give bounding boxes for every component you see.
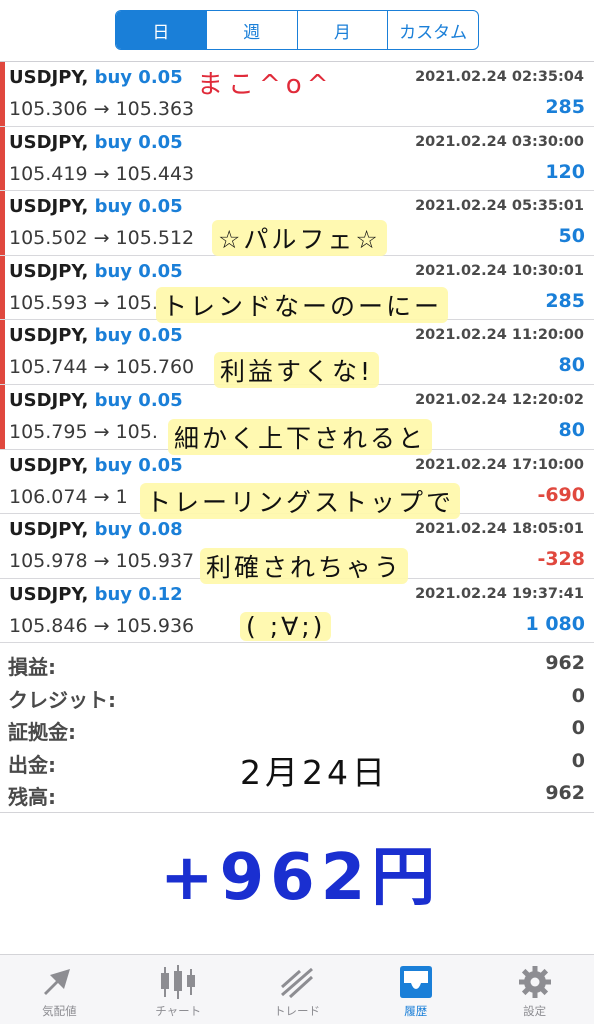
deal-prices: 105.306 → 105.363 [9,98,195,120]
deal-symbol: USDJPY, buy 0.05 [9,196,183,218]
summary-row-profit: 損益: 962 [0,648,594,681]
tab-label: チャート [155,1004,202,1018]
deal-side: buy 0.05 [94,260,183,282]
handwritten-total: +962円 [160,841,442,915]
deal-symbol: USDJPY, buy 0.05 [9,454,183,476]
summary-row-margin: 証拠金: 0 [0,713,594,746]
tab-trade[interactable]: トレード [238,955,357,1024]
handwritten-note-7: ( ;∀;) [240,612,332,641]
deal-profit: -690 [537,483,585,506]
summary-label: 残高: [8,785,56,809]
deal-prices: 105.502 → 105.512 [9,227,195,250]
handwritten-note-5: トレーリングストップで [140,483,461,519]
history-inbox-icon [395,963,437,1001]
tab-label: 気配値 [42,1004,77,1018]
deal-profit: 80 [558,354,585,377]
summary-label: 損益: [8,655,56,679]
deal-profit: -328 [537,548,585,571]
summary-value: 0 [571,717,585,739]
period-segmented-control: 日 週 月 カスタム [115,10,479,50]
deal-side: buy 0.05 [94,454,183,476]
summary-value: 0 [571,684,585,707]
summary-value: 962 [545,652,585,674]
tab-label: 履歴 [404,1004,428,1018]
bottom-tab-bar: 気配値 チャート トレード 履歴 設定 [0,954,594,1024]
deal-row[interactable]: USDJPY, buy 0.05 105.419 → 105.443 2021.… [0,126,594,192]
deal-profit: 120 [545,160,585,183]
deal-time: 2021.02.24 11:20:00 [415,327,584,344]
deal-side: buy 0.08 [94,519,183,541]
summary-label: クレジット: [8,687,116,712]
deal-side: buy 0.05 [94,131,183,153]
quotes-icon [38,963,80,1001]
handwritten-note-3: 利益すくな! [214,352,380,388]
deal-profit: 80 [558,418,585,441]
deal-time: 2021.02.24 17:10:00 [415,456,584,473]
deal-prices: 105.846 → 105.936 [9,614,195,637]
deal-side: buy 0.05 [94,67,183,88]
deal-prices: 105.419 → 105.443 [9,162,195,185]
tab-settings[interactable]: 設定 [475,955,594,1024]
deal-prices: 105.795 → 105. [9,420,158,443]
handwritten-note-2: トレンドなーのーにー [156,287,449,323]
deal-side: buy 0.05 [94,389,183,411]
tab-chart[interactable]: チャート [119,955,238,1024]
handwritten-date: 2月24日 [240,753,389,792]
summary-label: 証拠金: [8,720,76,744]
divider [0,812,594,813]
summary-row-credit: クレジット: 0 [0,681,594,714]
deal-profit: 50 [558,225,585,248]
deal-time: 2021.02.24 03:30:00 [415,133,584,150]
tab-month[interactable]: 月 [296,11,388,49]
summary-label: 出金: [8,752,56,777]
deal-time: 2021.02.24 05:35:01 [415,198,584,215]
tab-day[interactable]: 日 [116,11,206,49]
deal-prices: 105.593 → 105. [9,291,158,314]
tab-label: トレード [273,1004,320,1018]
summary-value: 962 [545,782,585,804]
handwritten-note-4: 細かく上下されると [168,419,433,455]
deal-time: 2021.02.24 12:20:02 [415,391,584,408]
deal-profit: 285 [545,96,585,118]
deal-symbol: USDJPY, buy 0.05 [9,325,183,347]
handwritten-note-6: 利確されちゃう [200,548,409,584]
deal-side: buy 0.05 [94,325,183,347]
handwritten-signature: まこ^o^ [197,70,334,100]
tab-quotes[interactable]: 気配値 [0,955,119,1024]
deal-time: 2021.02.24 02:35:04 [415,69,584,85]
tab-week[interactable]: 週 [205,11,297,49]
deal-time: 2021.02.24 19:37:41 [415,585,584,602]
deal-profit: 1 080 [525,612,586,635]
candlestick-icon [157,963,199,1001]
tab-history[interactable]: 履歴 [356,955,475,1024]
tab-label: 設定 [523,1004,547,1018]
summary-value: 0 [571,749,585,772]
deal-symbol: USDJPY, buy 0.08 [9,519,183,541]
deal-symbol: USDJPY, buy 0.05 [9,389,183,411]
handwritten-note-1: ☆パルフェ☆ [212,220,387,256]
tab-custom[interactable]: カスタム [387,11,478,49]
gear-icon [514,963,556,1001]
deal-profit: 285 [545,289,585,312]
deal-symbol: USDJPY, buy 0.05 [9,67,183,88]
deal-side: buy 0.12 [94,583,183,605]
deal-time: 2021.02.24 18:05:01 [415,521,584,538]
deal-prices: 106.074 → 1 [9,485,128,508]
deal-symbol: USDJPY, buy 0.05 [9,260,183,282]
deal-symbol: USDJPY, buy 0.12 [9,583,183,605]
deal-symbol: USDJPY, buy 0.05 [9,131,183,153]
deal-prices: 105.978 → 105.937 [9,550,195,573]
deal-time: 2021.02.24 10:30:01 [415,262,584,279]
deal-side: buy 0.05 [94,196,183,218]
trade-icon [276,963,318,1001]
deal-prices: 105.744 → 105.760 [9,356,195,379]
